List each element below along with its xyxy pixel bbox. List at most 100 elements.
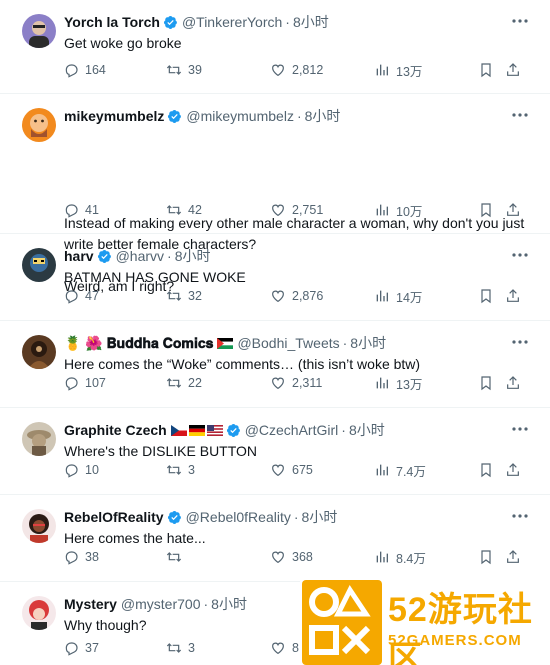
display-name[interactable]: harv xyxy=(64,248,94,264)
like-button[interactable]: 2,812 xyxy=(270,60,323,80)
more-icon[interactable] xyxy=(510,335,530,349)
display-name[interactable]: Yorch la Torch xyxy=(64,14,160,30)
avatar[interactable] xyxy=(22,14,56,48)
views-button[interactable]: 13万 xyxy=(374,373,422,393)
like-button[interactable]: 675 xyxy=(270,460,313,480)
bookmark-button[interactable] xyxy=(478,60,494,80)
tweet[interactable]: Yorch la Torch @TinkererYorch · 8小时 Get … xyxy=(0,0,550,94)
more-icon[interactable] xyxy=(510,422,530,436)
bookmark-button[interactable] xyxy=(478,373,494,393)
timestamp[interactable]: 8小时 xyxy=(350,333,386,353)
share-button[interactable] xyxy=(505,286,521,306)
retweet-count: 42 xyxy=(188,203,202,217)
retweet-button[interactable]: 3 xyxy=(166,638,195,658)
display-name[interactable]: Graphite Czech xyxy=(64,422,167,438)
bookmark-button[interactable] xyxy=(478,200,494,220)
share-button[interactable] xyxy=(505,373,521,393)
user-handle[interactable]: @myster700 xyxy=(121,596,201,612)
more-icon[interactable] xyxy=(510,509,530,523)
avatar[interactable] xyxy=(22,422,56,456)
timestamp[interactable]: 8小时 xyxy=(175,246,211,266)
flag-emojis xyxy=(170,424,223,436)
tweet[interactable]: 🍍 🌺 𝐁𝐮𝐝𝐝𝐡𝐚 𝐂𝐨𝐦𝐢𝐜𝐬 @Bodhi_Tweets · 8小时 He… xyxy=(0,321,550,408)
user-handle[interactable]: @harvv xyxy=(116,248,164,264)
retweet-count: 22 xyxy=(188,376,202,390)
like-button[interactable]: 2,311 xyxy=(270,373,322,393)
bookmark-button[interactable] xyxy=(478,286,494,306)
reply-icon xyxy=(65,64,78,78)
tweet[interactable]: Graphite Czech @CzechArtGirl · 8小时 Where… xyxy=(0,408,550,495)
tweet-actions: 47 32 2,876 14万 xyxy=(63,286,528,306)
share-button[interactable] xyxy=(505,547,521,567)
tweet-text: BATMAN HAS GONE WOKE xyxy=(64,269,246,285)
retweet-count: 3 xyxy=(188,641,195,655)
reply-icon xyxy=(65,204,78,218)
retweet-button[interactable] xyxy=(166,547,188,567)
avatar[interactable] xyxy=(22,509,56,543)
views-icon xyxy=(376,464,388,476)
display-name[interactable]: RebelOfReality xyxy=(64,509,164,525)
display-name[interactable]: mikeymumbelz xyxy=(64,108,164,124)
retweet-icon xyxy=(166,205,182,215)
views-button[interactable]: 10万 xyxy=(374,200,422,220)
watermark-logo xyxy=(302,580,382,665)
user-handle[interactable]: @CzechArtGirl xyxy=(245,422,339,438)
views-button[interactable]: 7.4万 xyxy=(374,460,426,480)
user-handle[interactable]: @Bodhi_Tweets xyxy=(237,335,339,351)
like-icon xyxy=(272,290,284,303)
reply-button[interactable]: 38 xyxy=(63,547,99,567)
display-name[interactable]: 🍍 🌺 𝐁𝐮𝐝𝐝𝐡𝐚 𝐂𝐨𝐦𝐢𝐜𝐬 xyxy=(64,335,213,352)
retweet-button[interactable]: 39 xyxy=(166,60,202,80)
retweet-button[interactable]: 42 xyxy=(166,200,202,220)
views-button[interactable]: 8.4万 xyxy=(374,547,426,567)
share-button[interactable] xyxy=(505,460,521,480)
reply-button[interactable]: 41 xyxy=(63,200,99,220)
tweet-text: Get woke go broke xyxy=(64,35,182,51)
avatar[interactable] xyxy=(22,335,56,369)
like-button[interactable]: 2,876 xyxy=(270,286,323,306)
reply-button[interactable]: 37 xyxy=(63,638,99,658)
avatar[interactable] xyxy=(22,248,56,282)
tweet[interactable]: RebelOfReality @Rebel0fReality · 8小时 Her… xyxy=(0,495,550,582)
like-button[interactable]: 2,751 xyxy=(270,200,323,220)
reply-button[interactable]: 10 xyxy=(63,460,99,480)
reply-count: 164 xyxy=(85,63,106,77)
avatar[interactable] xyxy=(22,596,56,630)
retweet-icon xyxy=(166,552,182,562)
timestamp[interactable]: 8小时 xyxy=(349,420,385,440)
more-icon[interactable] xyxy=(510,14,530,28)
timestamp[interactable]: 8小时 xyxy=(211,594,247,614)
retweet-button[interactable]: 3 xyxy=(166,460,195,480)
views-button[interactable]: 14万 xyxy=(374,286,422,306)
retweet-button[interactable]: 32 xyxy=(166,286,202,306)
timestamp[interactable]: 8小时 xyxy=(293,12,329,32)
like-button[interactable]: 368 xyxy=(270,547,313,567)
user-handle[interactable]: @Rebel0fReality xyxy=(186,509,291,525)
reply-button[interactable]: 47 xyxy=(63,286,99,306)
views-icon xyxy=(376,64,388,76)
reply-button[interactable]: 107 xyxy=(63,373,106,393)
avatar[interactable] xyxy=(22,108,56,142)
share-button[interactable] xyxy=(505,200,521,220)
tweet[interactable]: mikeymumbelz @mikeymumbelz · 8小时 Instead… xyxy=(0,94,550,294)
like-count: 2,311 xyxy=(292,376,323,390)
views-button[interactable]: 13万 xyxy=(374,60,422,80)
tweet-header: RebelOfReality @Rebel0fReality · 8小时 xyxy=(64,507,536,527)
timestamp[interactable]: 8小时 xyxy=(305,106,341,126)
more-icon[interactable] xyxy=(510,248,530,262)
more-icon[interactable] xyxy=(510,108,530,122)
reply-button[interactable]: 164 xyxy=(63,60,106,80)
flag-icon xyxy=(217,337,234,349)
views-icon xyxy=(376,551,388,563)
user-handle[interactable]: @TinkererYorch xyxy=(182,14,282,30)
bookmark-button[interactable] xyxy=(478,460,494,480)
tweet-actions: 10 3 675 7.4万 xyxy=(63,460,528,480)
display-name[interactable]: Mystery xyxy=(64,596,117,612)
bookmark-button[interactable] xyxy=(478,547,494,567)
tweet[interactable]: harv @harvv · 8小时 BATMAN HAS GONE WOKE 4… xyxy=(0,234,550,321)
share-button[interactable] xyxy=(505,60,521,80)
retweet-button[interactable]: 22 xyxy=(166,373,202,393)
user-handle[interactable]: @mikeymumbelz xyxy=(186,108,294,124)
like-button[interactable]: 8 xyxy=(270,638,299,658)
timestamp[interactable]: 8小时 xyxy=(302,507,338,527)
